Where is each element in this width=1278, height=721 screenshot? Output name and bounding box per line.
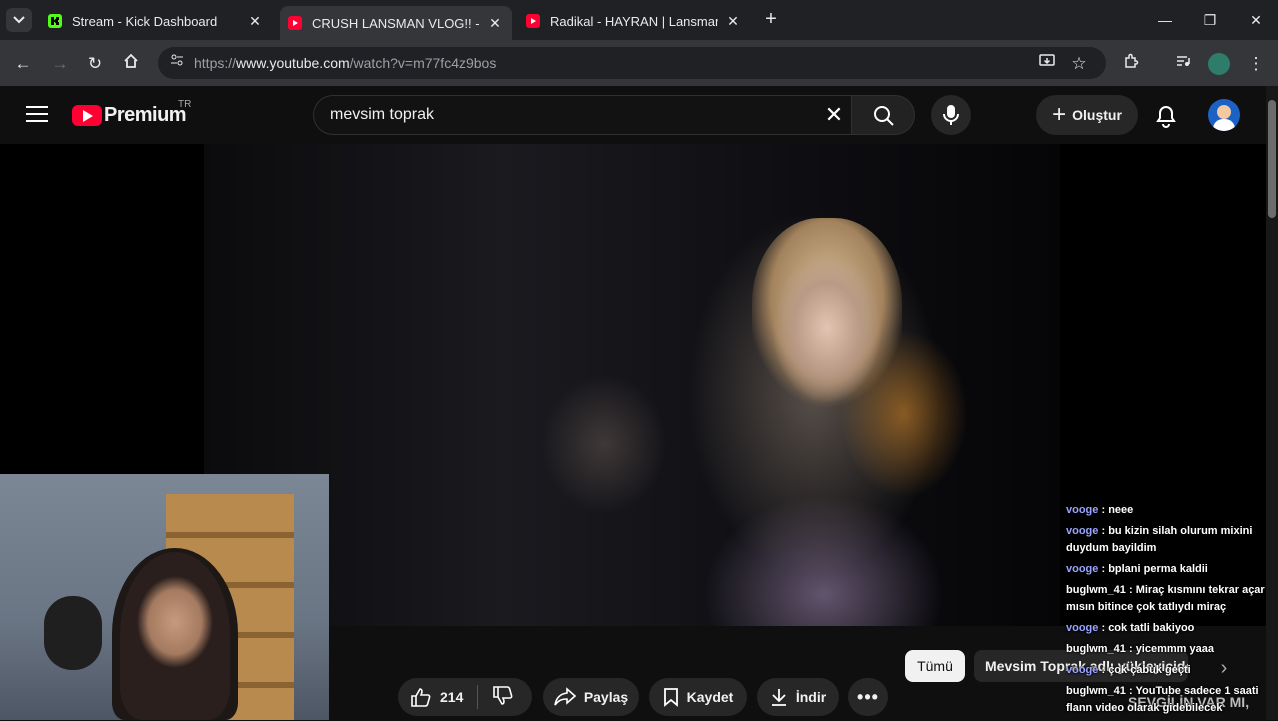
url-text[interactable]: https://www.youtube.com/watch?v=m77fc4z9…	[194, 55, 496, 71]
guide-menu-icon[interactable]	[26, 106, 48, 124]
chat-username: vooge	[1066, 622, 1099, 634]
chat-message: vooge : bplani perma kaldii	[1064, 561, 1266, 578]
video-subject	[752, 218, 902, 408]
clear-search-icon[interactable]: ✕	[822, 103, 846, 127]
streamer	[120, 552, 230, 720]
home-button[interactable]	[118, 51, 144, 77]
logo-text: Premium	[104, 104, 187, 126]
install-app-icon[interactable]	[1034, 51, 1060, 77]
chat-message: vooge : çok çabuk geçti	[1064, 662, 1266, 679]
chat-text: : neee	[1101, 504, 1134, 516]
search-query-text[interactable]: mevsim toprak	[330, 106, 434, 124]
chat-message: vooge : cok tatli bakiyoo	[1064, 620, 1266, 637]
thumbs-up-icon	[411, 688, 431, 707]
more-actions-button[interactable]: •••	[848, 678, 888, 716]
stream-chat-overlay: vooge : neee vooge : bu kizin silah olur…	[1064, 502, 1266, 721]
account-avatar[interactable]	[1208, 99, 1240, 131]
chevron-down-icon	[13, 16, 25, 24]
url-host: www.youtube.com	[236, 55, 350, 71]
like-button[interactable]: 214	[410, 686, 463, 708]
like-count: 214	[440, 689, 464, 705]
save-button[interactable]: Kaydet	[649, 678, 747, 716]
save-label: Kaydet	[686, 689, 734, 705]
tab-search-button[interactable]	[6, 8, 32, 32]
tab-title: Radikal - HAYRAN | Lansman Vlog	[550, 13, 718, 29]
chat-username: buglwm_41	[1066, 584, 1126, 596]
chat-text: : yicemmm yaaa	[1128, 643, 1214, 655]
chat-message: vooge : bu kizin silah olurum mixini duy…	[1064, 523, 1266, 557]
like-divider	[477, 685, 479, 709]
more-horizontal-icon: •••	[857, 686, 879, 707]
share-label: Paylaş	[583, 689, 629, 705]
chat-username: vooge	[1066, 664, 1099, 676]
download-label: İndir	[795, 689, 827, 705]
reload-button[interactable]: ↻	[82, 51, 108, 77]
download-button[interactable]: İndir	[757, 678, 839, 716]
youtube-icon	[288, 16, 302, 30]
restore-window-button[interactable]: ❐	[1200, 10, 1220, 30]
tab-radikal-hayran[interactable]: Radikal - HAYRAN | Lansman Vlog ✕	[518, 6, 750, 36]
chat-text: : çok çabuk geçti	[1101, 664, 1191, 676]
notifications-bell-icon[interactable]	[1154, 102, 1180, 128]
country-code: TR	[178, 99, 192, 110]
tab-crush-lansman-vlog[interactable]: CRUSH LANSMAN VLOG!! - YouTube ✕	[280, 6, 512, 40]
forward-button[interactable]: →	[47, 51, 73, 77]
back-button[interactable]: ←	[10, 51, 36, 77]
browser-menu-icon[interactable]: ⋮	[1243, 51, 1269, 77]
chat-message: buglwm_41 : Miraç kısmını tekrar açar mı…	[1064, 582, 1266, 616]
download-icon	[771, 689, 786, 706]
create-label: Oluştur	[1072, 107, 1122, 123]
tab-title: Stream - Kick Dashboard	[72, 13, 218, 29]
chat-username: vooge	[1066, 563, 1099, 575]
chat-text: : cok tatli bakiyoo	[1101, 622, 1195, 634]
url-prefix: https://	[194, 55, 237, 71]
close-tab-icon[interactable]: ✕	[724, 13, 742, 30]
streamer-microphone	[44, 596, 102, 670]
thumbs-down-icon	[493, 685, 513, 705]
like-dislike-segment: 214	[398, 678, 532, 716]
tab-kick-dashboard[interactable]: Stream - Kick Dashboard ✕	[40, 6, 272, 36]
chat-message: vooge : neee	[1064, 502, 1266, 519]
site-info-icon[interactable]	[166, 52, 188, 74]
media-controls-icon[interactable]	[1170, 51, 1196, 77]
chip-all[interactable]: Tümü	[905, 650, 965, 682]
scrollbar-thumb[interactable]	[1268, 100, 1276, 218]
extensions-icon[interactable]	[1118, 51, 1144, 77]
search-icon	[874, 106, 894, 126]
microphone-icon	[943, 105, 959, 125]
chat-message: buglwm_41 : YouTube sadece 1 saati flann…	[1064, 683, 1266, 717]
chat-text: : bplani perma kaldii	[1101, 563, 1208, 575]
close-tab-icon[interactable]: ✕	[246, 13, 264, 30]
youtube-premium-logo[interactable]: Premium	[72, 104, 187, 127]
minimize-window-button[interactable]: —	[1155, 10, 1175, 30]
share-button[interactable]: Paylaş	[543, 678, 639, 716]
dislike-button[interactable]	[492, 685, 522, 710]
profile-avatar[interactable]	[1208, 53, 1230, 75]
chat-username: buglwm_41	[1066, 685, 1126, 697]
voice-search-button[interactable]	[931, 95, 971, 135]
chat-username: vooge	[1066, 525, 1099, 537]
video-frame[interactable]	[204, 144, 1060, 626]
new-tab-button[interactable]: +	[762, 9, 780, 30]
close-tab-icon[interactable]: ✕	[486, 15, 504, 32]
chat-message: buglwm_41 : yicemmm yaaa	[1064, 641, 1266, 658]
close-window-button[interactable]: ✕	[1246, 10, 1266, 30]
url-path: /watch?v=m77fc4z9bos	[349, 55, 497, 71]
youtube-play-icon	[72, 105, 102, 126]
chat-username: vooge	[1066, 504, 1099, 516]
chat-username: buglwm_41	[1066, 643, 1126, 655]
create-button[interactable]: + Oluştur	[1036, 95, 1138, 135]
search-button[interactable]	[851, 95, 915, 135]
plus-icon: +	[1052, 101, 1067, 128]
share-icon	[554, 687, 576, 706]
youtube-icon	[526, 14, 540, 28]
tab-title: CRUSH LANSMAN VLOG!! - YouTube	[312, 15, 480, 31]
bookmark-star-icon[interactable]: ☆	[1066, 51, 1092, 77]
home-icon	[124, 53, 138, 68]
kick-icon	[48, 14, 62, 28]
bookmark-icon	[663, 688, 678, 707]
